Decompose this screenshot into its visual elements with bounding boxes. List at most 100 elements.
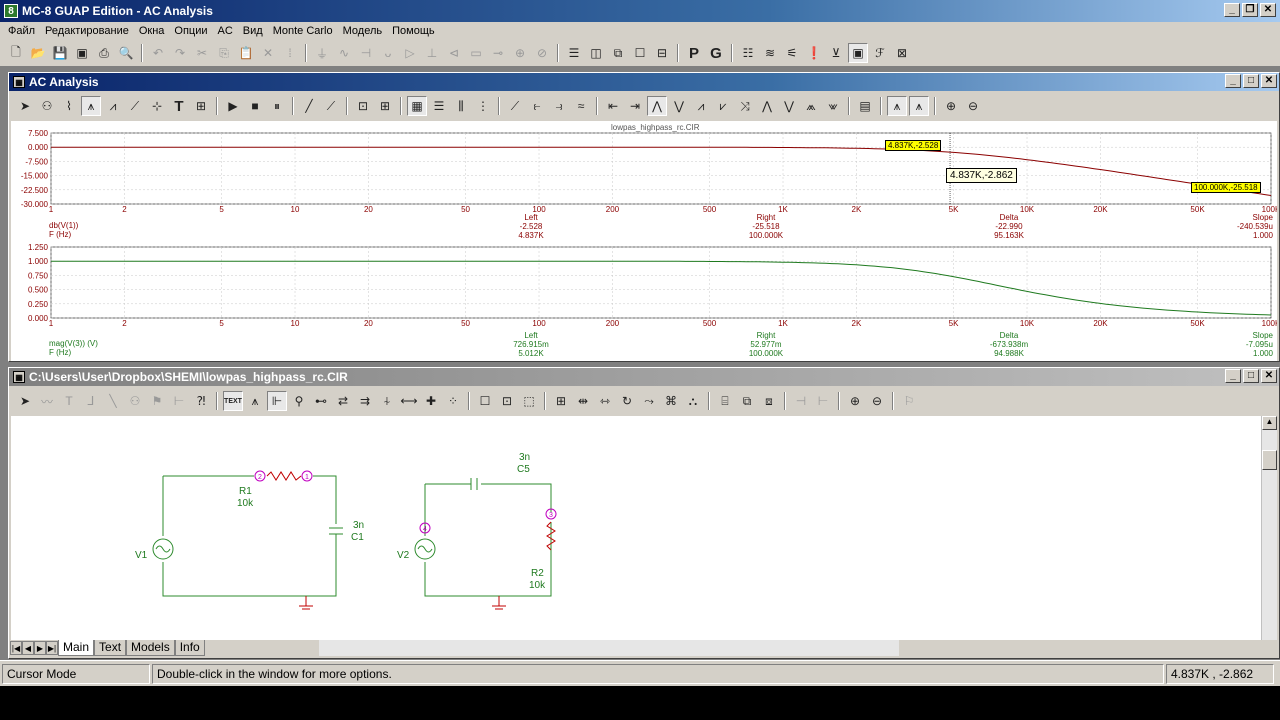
tile-horizontal-icon[interactable]: ☰ xyxy=(564,43,584,63)
run-icon[interactable]: ▶ xyxy=(223,96,243,116)
inflection-icon[interactable]: ⤨ xyxy=(735,96,755,116)
cursor-right-icon[interactable]: ⥽ xyxy=(549,96,569,116)
tab-info[interactable]: Info xyxy=(174,640,205,656)
properties-icon[interactable]: ⊞ xyxy=(191,96,211,116)
window-icon[interactable]: ☐ xyxy=(630,43,650,63)
menu-edit[interactable]: Редактирование xyxy=(45,25,129,37)
next-simulation-icon[interactable]: ⟋ xyxy=(505,96,525,116)
schematic-zoom-in-icon[interactable]: ⊕ xyxy=(845,391,865,411)
child-minimize-button[interactable]: _ xyxy=(1225,74,1241,88)
menu-model[interactable]: Модель xyxy=(343,25,382,37)
undo-icon[interactable]: ↶ xyxy=(148,43,168,63)
zoom-out-icon[interactable]: ⊖ xyxy=(963,96,983,116)
high-find-icon[interactable]: ⩘ xyxy=(691,96,711,116)
tab-text[interactable]: Text xyxy=(94,640,127,656)
top-icon[interactable]: ⩕ xyxy=(801,96,821,116)
paste-icon[interactable]: 📋 xyxy=(236,43,256,63)
dotted-grid-icon[interactable]: ⁘ xyxy=(443,391,463,411)
inductor-icon[interactable]: ᴗ xyxy=(378,43,398,63)
ground-icon[interactable]: ⏚ xyxy=(312,43,332,63)
shape-icon[interactable]: ⚇ xyxy=(125,391,145,411)
flip-x-icon[interactable]: ⇹ xyxy=(573,391,593,411)
grid-cols-icon[interactable]: ⫼ xyxy=(451,96,471,116)
info-icon[interactable]: ❗ xyxy=(804,43,824,63)
tab-main[interactable]: Main xyxy=(58,640,95,656)
cut-icon[interactable]: ✂ xyxy=(192,43,212,63)
wave-icon[interactable]: ≈ xyxy=(571,96,591,116)
capacitor-icon[interactable]: ⊣ xyxy=(356,43,376,63)
rotate-icon[interactable]: ↻ xyxy=(617,391,637,411)
source-v1-symbol[interactable] xyxy=(152,538,174,560)
horizontal-line-icon[interactable]: ⟷ xyxy=(399,391,419,411)
save-all-icon[interactable]: ▣ xyxy=(72,43,92,63)
go-left-icon[interactable]: ⇤ xyxy=(603,96,623,116)
zoom-in-icon[interactable]: ⊕ xyxy=(941,96,961,116)
menu-help[interactable]: Помощь xyxy=(392,25,435,37)
redo-icon[interactable]: ↷ xyxy=(170,43,190,63)
select-arrow-icon[interactable]: ➤ xyxy=(15,96,35,116)
pin-connections-icon[interactable]: ⊩ xyxy=(267,391,287,411)
find-icon[interactable]: ⌘ xyxy=(661,391,681,411)
flag-icon[interactable]: ⚑ xyxy=(147,391,167,411)
text-icon[interactable]: T xyxy=(59,391,79,411)
scroll-thumb[interactable] xyxy=(1262,450,1277,470)
text-toggle-button[interactable]: TEXT xyxy=(223,391,243,411)
schematic-zoom-out-icon[interactable]: ⊖ xyxy=(867,391,887,411)
tab-models[interactable]: Models xyxy=(126,640,175,656)
open-file-icon[interactable]: 📂 xyxy=(28,43,48,63)
line-tool-icon[interactable]: ⅃ xyxy=(81,391,101,411)
pause-icon[interactable]: ⏸ xyxy=(267,96,287,116)
vertical-scrollbar[interactable]: ▲ xyxy=(1261,416,1277,640)
save-icon[interactable]: 💾 xyxy=(50,43,70,63)
mirror-icon[interactable]: ⇿ xyxy=(595,391,615,411)
next-tab-icon[interactable]: ▶ xyxy=(34,641,46,655)
select-region-icon[interactable]: ⬚ xyxy=(519,391,539,411)
arrow-line-icon[interactable]: ⟋ xyxy=(321,96,341,116)
source-v2-symbol[interactable] xyxy=(414,538,436,560)
grid-dense-icon[interactable]: ▦ xyxy=(407,96,427,116)
pin-icon[interactable]: ⊢ xyxy=(169,391,189,411)
waveform-icon[interactable]: ≋ xyxy=(760,43,780,63)
restore-button[interactable]: ❐ xyxy=(1242,3,1258,17)
wire-icon[interactable]: 〰 xyxy=(37,391,57,411)
show-values-icon[interactable]: ⊷ xyxy=(311,391,331,411)
diagonal-icon[interactable]: ╲ xyxy=(103,391,123,411)
tag-mode2-icon[interactable]: ⩚ xyxy=(909,96,929,116)
cursor-left-icon[interactable]: ⥼ xyxy=(527,96,547,116)
peak-find-icon[interactable]: ⋀ xyxy=(647,96,667,116)
minimize-button[interactable]: _ xyxy=(1224,3,1240,17)
point-tag-icon[interactable]: ⊹ xyxy=(147,96,167,116)
text-tool-icon[interactable]: T xyxy=(169,96,189,116)
group-icon[interactable]: ⧉ xyxy=(737,391,757,411)
low-find-icon[interactable]: ⩗ xyxy=(713,96,733,116)
new-file-icon[interactable]: 🗋 xyxy=(6,43,26,63)
go-right-icon[interactable]: ⇥ xyxy=(625,96,645,116)
scroll-up-icon[interactable]: ▲ xyxy=(1262,416,1277,430)
peak-icon[interactable]: ⩘ xyxy=(103,96,123,116)
plus-icon[interactable]: ✚ xyxy=(421,391,441,411)
current-icon[interactable]: ⇉ xyxy=(355,391,375,411)
flag-dropdown-icon[interactable]: ⚐ xyxy=(899,391,919,411)
horizontal-scrollbar[interactable] xyxy=(319,640,899,656)
child-maximize-button[interactable]: □ xyxy=(1243,369,1259,383)
display-icon[interactable]: ▣ xyxy=(848,43,868,63)
step-icon[interactable]: ⤳ xyxy=(639,391,659,411)
ungroup-icon[interactable]: ⧈ xyxy=(759,391,779,411)
line-icon[interactable]: ╱ xyxy=(299,96,319,116)
tile-vertical-icon[interactable]: ◫ xyxy=(586,43,606,63)
probe-tool-icon[interactable]: ⚲ xyxy=(289,391,309,411)
tag-mode-icon[interactable]: ⩚ xyxy=(887,96,907,116)
arrows-icon[interactable]: ⇄ xyxy=(333,391,353,411)
select-arrow-icon[interactable]: ➤ xyxy=(15,391,35,411)
component-props-icon[interactable]: ⊞ xyxy=(551,391,571,411)
global-high-icon[interactable]: ⋀ xyxy=(757,96,777,116)
resistor-r1-symbol[interactable] xyxy=(266,471,302,481)
stop-icon[interactable]: ■ xyxy=(245,96,265,116)
g-icon[interactable]: G xyxy=(706,43,726,63)
node-select-icon[interactable]: ⚇ xyxy=(37,96,57,116)
rectangle-icon[interactable]: ☐ xyxy=(475,391,495,411)
components-list-icon[interactable]: ☷ xyxy=(738,43,758,63)
capacitor-c5-symbol[interactable] xyxy=(470,478,478,490)
chart-icon[interactable]: ⊠ xyxy=(892,43,912,63)
component-icon[interactable]: ⊘ xyxy=(532,43,552,63)
